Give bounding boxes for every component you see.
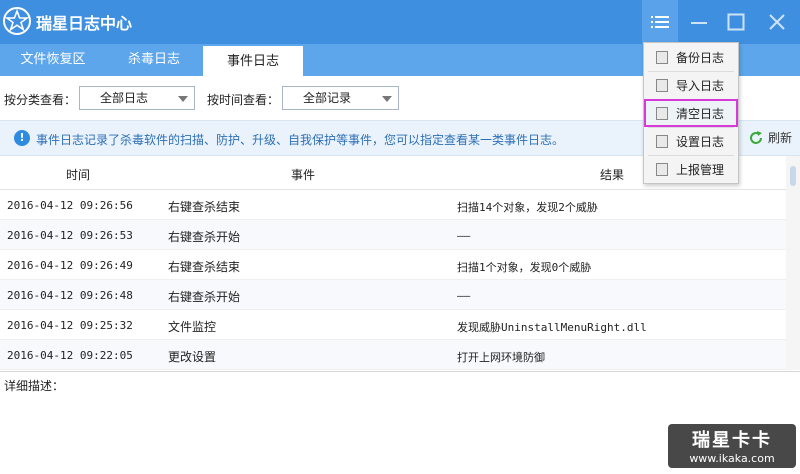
settings-icon [656,134,668,148]
category-filter-label: 按分类查看： [4,93,77,107]
import-icon [656,78,668,92]
menu-list-icon [651,16,669,28]
watermark-logo: 瑞星卡卡 [692,430,772,451]
time-select[interactable]: 全部记录 [282,86,399,110]
minimize-button[interactable] [679,0,719,44]
watermark: 瑞星卡卡 www.ikaka.com [668,424,796,468]
row-time: 2016-04-12 09:26:49 [7,259,133,272]
row-result: 扫描14个对象，发现2个威胁 [457,201,598,214]
table-row[interactable]: 2016-04-12 09:26:49 右键查杀结束 扫描1个对象，发现0个威胁 [0,250,786,280]
rising-star-logo-icon [3,7,31,35]
close-icon [769,14,785,30]
event-log-table: 2016-04-12 09:26:56 右键查杀结束 扫描14个对象，发现2个威… [0,190,786,370]
table-row[interactable]: 2016-04-12 09:26:56 右键查杀结束 扫描14个对象，发现2个威… [0,190,786,220]
close-button[interactable] [757,0,797,44]
upload-icon [656,162,668,176]
tab-file-recovery[interactable]: 文件恢复区 [0,44,106,76]
menu-item-label: 清空日志 [676,106,725,121]
menu-item-backup-log[interactable]: 备份日志 [644,43,738,71]
menu-item-import-log[interactable]: 导入日志 [644,71,738,99]
row-result: —— [457,229,471,242]
menu-item-label: 备份日志 [676,50,725,65]
info-icon: ! [14,130,30,146]
time-select-value: 全部记录 [303,91,352,105]
row-event: 更改设置 [168,350,217,364]
tab-event-log[interactable]: 事件日志 [203,44,303,78]
info-text: 事件日志记录了杀毒软件的扫描、防护、升级、自我保护等事件，您可以指定查看某一类事… [36,133,565,147]
refresh-label: 刷新 [768,131,793,145]
row-event: 右键查杀开始 [168,290,241,304]
row-result: 扫描1个对象，发现0个威胁 [457,261,592,274]
title-bar: 瑞星日志中心 [0,0,800,44]
table-row[interactable]: 2016-04-12 09:26:53 右键查杀开始 —— [0,220,786,250]
column-header-result[interactable]: 结果 [600,166,624,183]
row-event: 右键查杀结束 [168,260,241,274]
minimize-icon [691,22,707,24]
row-event: 文件监控 [168,320,217,334]
menu-item-label: 设置日志 [676,134,725,149]
row-time: 2016-04-12 09:25:32 [7,319,133,332]
refresh-icon [750,130,762,144]
chevron-down-icon [178,96,188,102]
row-time: 2016-04-12 09:22:05 [7,349,133,362]
backup-icon [656,50,668,64]
column-header-time[interactable]: 时间 [66,166,90,183]
menu-item-clear-log[interactable]: 清空日志 [644,99,738,127]
scrollbar-thumb[interactable] [790,166,796,186]
category-select-value: 全部日志 [100,91,149,105]
category-select[interactable]: 全部日志 [79,86,195,110]
detail-label: 详细描述： [4,379,65,393]
table-scrollbar[interactable] [786,156,800,370]
row-time: 2016-04-12 09:26:56 [7,199,133,212]
table-row[interactable]: 2016-04-12 09:22:05 更改设置 打开上网环境防御 [0,340,786,370]
main-menu-dropdown: 备份日志 导入日志 清空日志 设置日志 上报管理 [643,42,739,184]
menu-item-report-management[interactable]: 上报管理 [644,155,738,183]
row-result: 发现威胁UninstallMenuRight.dll [457,321,647,334]
menu-item-label: 上报管理 [676,162,725,177]
app-title: 瑞星日志中心 [36,14,133,33]
row-result: —— [457,289,471,302]
watermark-url: www.ikaka.com [689,452,775,465]
row-event: 右键查杀结束 [168,200,241,214]
time-filter-label: 按时间查看： [207,93,280,107]
table-row[interactable]: 2016-04-12 09:26:48 右键查杀开始 —— [0,280,786,310]
row-time: 2016-04-12 09:26:53 [7,229,133,242]
refresh-button[interactable]: 刷新 [748,129,792,146]
row-time: 2016-04-12 09:26:48 [7,289,133,302]
column-header-event[interactable]: 事件 [291,166,315,183]
menu-item-label: 导入日志 [676,78,725,93]
tab-scan-log[interactable]: 杀毒日志 [106,44,202,76]
chevron-down-icon [382,96,392,102]
menu-item-settings-log[interactable]: 设置日志 [644,127,738,155]
table-row[interactable]: 2016-04-12 09:25:32 文件监控 发现威胁UninstallMe… [0,310,786,340]
maximize-button[interactable] [716,0,756,44]
clear-icon [656,106,668,120]
row-event: 右键查杀开始 [168,230,241,244]
maximize-icon [727,13,745,31]
menu-button[interactable] [642,0,678,44]
row-result: 打开上网环境防御 [457,351,545,364]
